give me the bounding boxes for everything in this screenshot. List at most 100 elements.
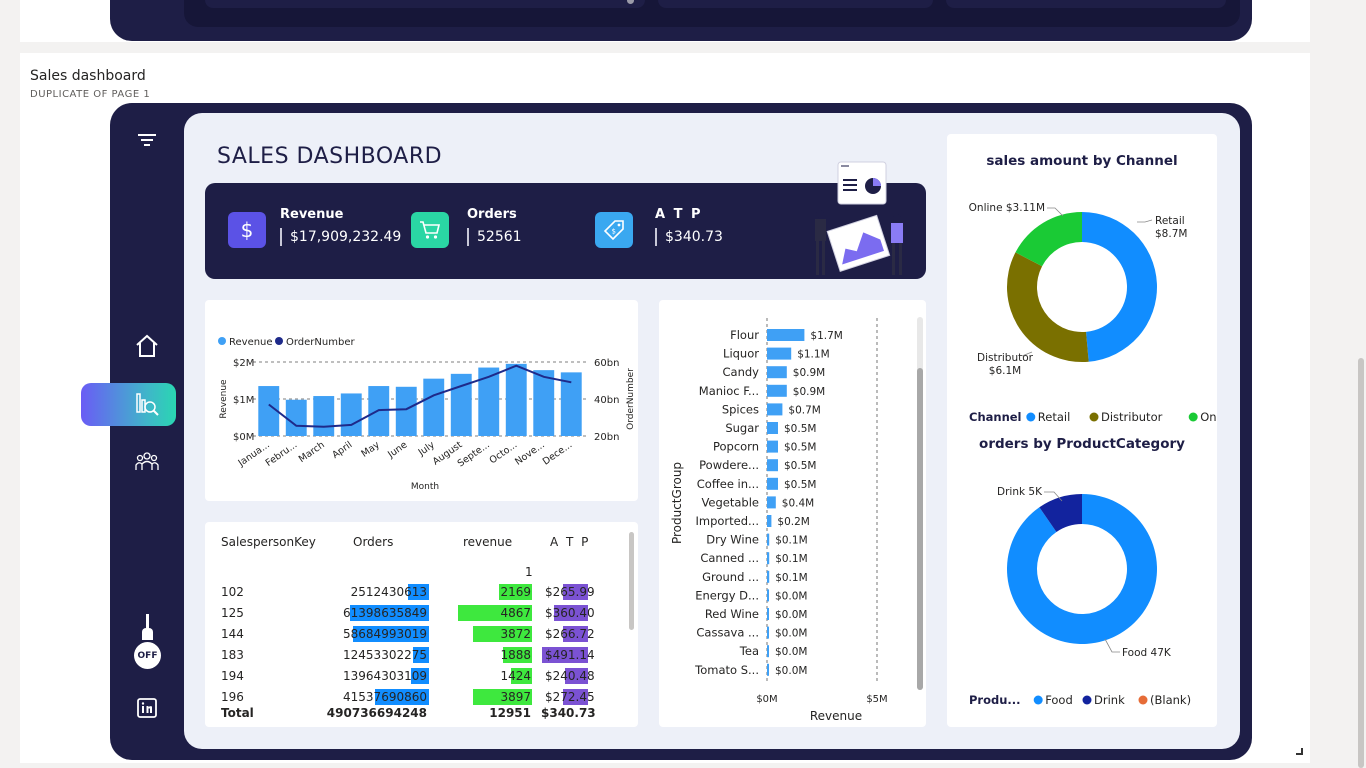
salesperson-key-cell: 144 [221, 627, 244, 641]
legend-marker [1188, 412, 1198, 422]
chart-scrollbar-thumb[interactable] [917, 368, 923, 690]
data-label: $0.7M [788, 404, 820, 416]
total-label: Total [221, 706, 254, 720]
data-label: Online $3.11M [969, 202, 1045, 214]
revenue-by-productgroup-card[interactable]: Flour $1.7M Liquor $1.1M Candy $0.9M Manioc F.… [659, 300, 926, 727]
data-label: $0.9M [793, 367, 825, 379]
analytics-icon[interactable] [133, 390, 161, 418]
filter-icon[interactable] [136, 130, 158, 150]
legend-title: Produ... [969, 693, 1021, 707]
column-header-salespersonkey[interactable]: SalespersonKey [221, 535, 316, 549]
linkedin-icon[interactable] [136, 697, 158, 719]
kpi-orders-label: Orders [467, 207, 517, 222]
toggle-off-button[interactable]: OFF [134, 642, 161, 669]
resize-handle[interactable] [1296, 748, 1303, 755]
category-label: Spices [722, 402, 759, 416]
legend-marker [1082, 695, 1092, 705]
donut-charts: sales amount by ChannelRetail$8.7MDistri… [969, 153, 1238, 707]
orders-cell: 41537690860 [343, 690, 427, 704]
revenue-cell: 2169 [500, 585, 531, 599]
revenue-orders-chart-card[interactable]: Revenue OrderNumber $2M $1M $0M 60bn 40bn 20bn R… [205, 300, 638, 501]
column-header-atp[interactable]: A T P [550, 535, 590, 549]
data-label: Drink 5K [997, 486, 1043, 498]
legend-label: Drink [1094, 693, 1125, 707]
atp-cell: $240.48 [545, 669, 595, 683]
category-label: Coffee in... [697, 477, 759, 491]
category-label: Cassava ... [696, 626, 759, 640]
data-label: Retail [1155, 215, 1185, 227]
dashboard-title: SALES DASHBOARD [217, 144, 443, 169]
column-header-orders[interactable]: Orders [353, 535, 393, 549]
salesperson-key-cell: 125 [221, 606, 244, 620]
category-label: Ground ... [702, 570, 759, 584]
report-canvas: Sales dashboard DUPLICATE OF PAGE 1 OFF … [0, 0, 1366, 768]
kpi-orders-value: 52561 [467, 228, 522, 246]
x-tick-label: $5M [866, 694, 887, 705]
data-label: $1.1M [797, 349, 829, 361]
revenue-bar [767, 589, 769, 602]
revenue-bar [533, 370, 555, 436]
donut-title: orders by ProductCategory [979, 436, 1185, 452]
revenue-bar [767, 570, 770, 583]
revenue-bar [767, 366, 787, 379]
x-tick-label: June [385, 439, 409, 461]
salesperson-key-cell: 194 [221, 669, 244, 683]
orders-cell: 12453302275 [343, 648, 427, 662]
legend-ordernumber-marker [275, 337, 283, 345]
revenue-bar [767, 663, 769, 676]
page-title: Sales dashboard [30, 68, 146, 84]
data-label-leader [1104, 638, 1120, 653]
salesperson-key-cell: 196 [221, 690, 244, 704]
atp-cell: $266.72 [545, 627, 595, 641]
donut-slice [1007, 252, 1089, 362]
column-header-revenue[interactable]: revenue [463, 535, 512, 549]
category-label: Powdere... [699, 458, 759, 472]
data-label-leader [1047, 207, 1064, 217]
y-axis-title: ProductGroup [670, 462, 684, 544]
donut-charts-card[interactable]: sales amount by Channel Retail $8.7M Distri… [947, 134, 1238, 727]
legend-label: Food [1045, 693, 1073, 707]
legend-marker [1026, 412, 1036, 422]
dollar-icon: $ [228, 212, 266, 248]
atp-cell: $491.14 [545, 648, 595, 662]
category-label: Dry Wine [706, 533, 759, 547]
legend-revenue-label: Revenue [229, 337, 273, 348]
home-icon[interactable] [133, 332, 161, 360]
nav-item-analytics-active[interactable] [81, 383, 176, 426]
page-scrollbar[interactable] [1358, 358, 1364, 768]
revenue-bar [767, 552, 770, 565]
data-label: $0.1M [775, 535, 807, 547]
category-label: Vegetable [701, 495, 759, 509]
revenue-cell: 3872 [500, 627, 531, 641]
orders-cell: 58684993019 [343, 627, 427, 641]
y-left-tick-label: $1M [233, 395, 254, 406]
revenue-cell: 1888 [500, 648, 531, 662]
data-label: $0.9M [793, 386, 825, 398]
category-label: Tomato S... [694, 663, 759, 677]
category-label: Imported... [695, 514, 759, 528]
total-orders-cell: 490736694248 [326, 706, 427, 720]
data-label: Food 47K [1122, 647, 1172, 659]
kpi-atp-value: $340.73 [655, 228, 723, 246]
revenue-bar [767, 608, 769, 620]
salesperson-table[interactable]: SalespersonKey Orders revenue A T P 1 10… [205, 522, 638, 727]
data-label: $0.4M [782, 497, 814, 509]
x-tick-label: April [330, 439, 354, 460]
table-scrollbar[interactable] [629, 532, 634, 630]
atp-cell: $265.99 [545, 585, 595, 599]
data-label: $0.0M [775, 609, 807, 621]
orders-cell: 2512430613 [350, 585, 427, 599]
revenue-bar [423, 378, 445, 436]
orders-cell: 13964303109 [343, 669, 427, 683]
x-tick-label: Dece... [541, 439, 575, 467]
salesperson-key-cell: 102 [221, 585, 244, 599]
legend-ordernumber-label: OrderNumber [286, 337, 355, 348]
salesperson-key-cell: 183 [221, 648, 244, 662]
donut-title: sales amount by Channel [986, 153, 1177, 169]
revenue-bar [313, 396, 335, 436]
data-label: $0.0M [775, 628, 807, 640]
previous-page-panel [205, 0, 645, 8]
team-icon[interactable] [133, 448, 161, 474]
data-label: $0.0M [775, 646, 807, 658]
revenue-bar [767, 440, 778, 453]
